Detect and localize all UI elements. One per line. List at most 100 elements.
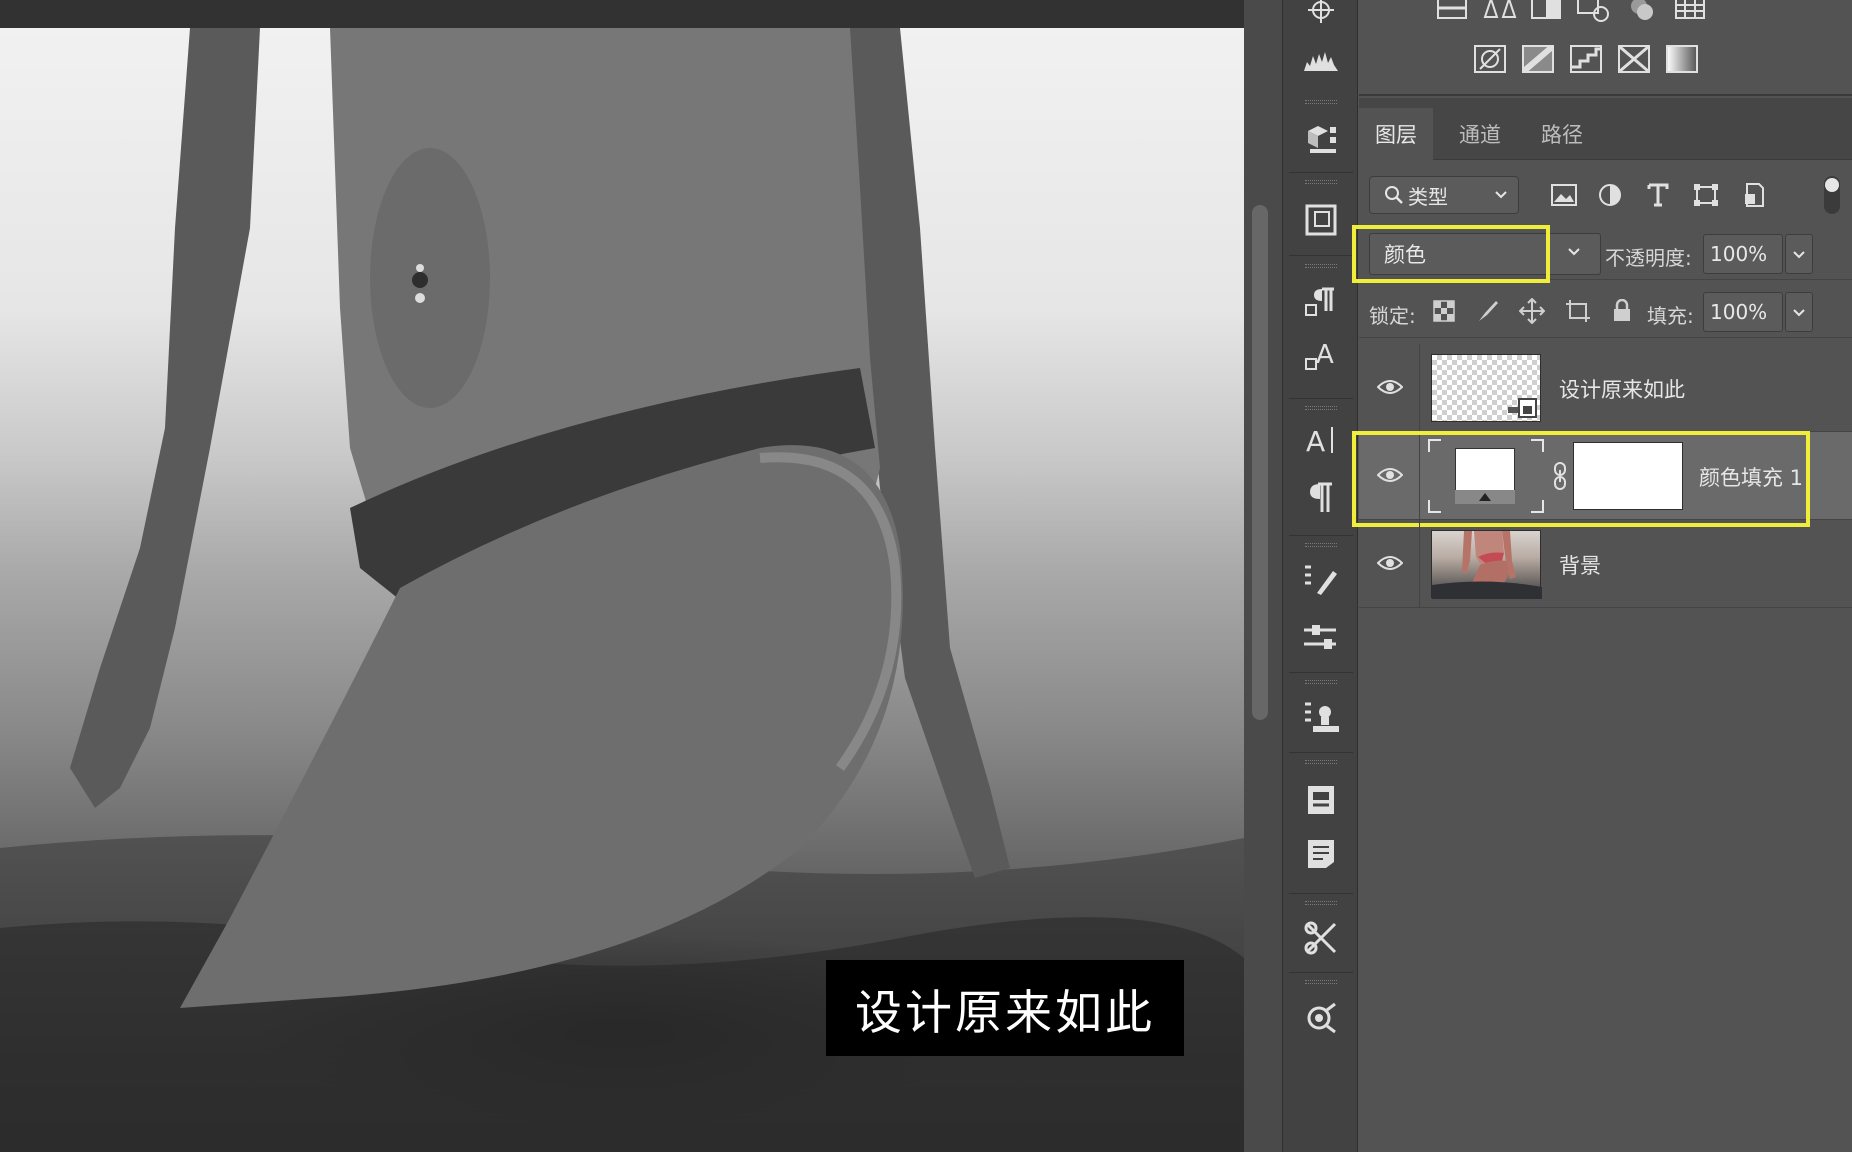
lock-transparent-pixels-icon[interactable] xyxy=(1429,296,1459,326)
hue-saturation-icon[interactable] xyxy=(1673,0,1707,24)
selective-color-icon[interactable] xyxy=(1617,44,1651,74)
layer-filter-row: 类型 xyxy=(1359,172,1852,222)
svg-text:A: A xyxy=(1306,425,1325,457)
clone-source-icon[interactable] xyxy=(1301,698,1341,738)
lock-fill-row: 锁定: 填充: 100% xyxy=(1359,286,1852,338)
fill-dropdown-button[interactable] xyxy=(1785,292,1813,332)
opacity-field[interactable]: 100% xyxy=(1703,234,1783,274)
panel-tool-strip: A A xyxy=(1282,0,1358,1152)
search-icon xyxy=(1385,186,1403,204)
caption-box: 设计原来如此 xyxy=(826,960,1184,1056)
fill-label: 填充: xyxy=(1647,304,1694,328)
canvas-area[interactable]: 设计原来如此 xyxy=(0,0,1244,1152)
tool-separator xyxy=(1289,672,1353,673)
tab-channels-label: 通道 xyxy=(1459,123,1501,147)
lock-image-pixels-icon[interactable] xyxy=(1473,296,1503,326)
comments-icon[interactable] xyxy=(1301,834,1341,874)
filter-shape-icon[interactable] xyxy=(1689,180,1723,210)
lock-position-icon[interactable] xyxy=(1517,296,1547,326)
tool-group-grip[interactable] xyxy=(1305,264,1337,268)
fill-swatch-slider-icon xyxy=(1455,490,1515,504)
layer-row-color-fill[interactable]: 颜色填充 1 xyxy=(1352,431,1852,527)
visibility-eye-icon[interactable] xyxy=(1375,372,1405,402)
filter-toggle-switch[interactable] xyxy=(1824,176,1840,214)
fill-field[interactable]: 100% xyxy=(1703,292,1783,332)
vibrance-icon[interactable] xyxy=(1625,0,1659,24)
levels-icon[interactable] xyxy=(1483,0,1517,24)
tool-group-grip[interactable] xyxy=(1305,901,1337,905)
threshold-icon[interactable] xyxy=(1569,44,1603,74)
panel-tab-bar: 图层 通道 路径 xyxy=(1359,98,1852,160)
photo-canvas[interactable]: 设计原来如此 xyxy=(0,28,1244,1152)
tool-group-grip[interactable] xyxy=(1305,100,1337,104)
character-icon[interactable]: A xyxy=(1301,420,1341,460)
tool-separator xyxy=(1289,535,1353,536)
navigator-icon[interactable] xyxy=(1301,200,1341,240)
lock-label: 锁定: xyxy=(1369,304,1416,328)
fill-thumbnail-frame[interactable] xyxy=(1427,438,1545,514)
opacity-value: 100% xyxy=(1710,242,1768,266)
filter-type-icon[interactable] xyxy=(1641,180,1675,210)
vertical-scrollbar-thumb[interactable] xyxy=(1252,205,1268,720)
tool-group-grip[interactable] xyxy=(1305,180,1337,184)
character-style-icon[interactable]: A xyxy=(1301,336,1341,376)
layer-thumbnail[interactable] xyxy=(1431,354,1541,422)
tool-group-grip[interactable] xyxy=(1305,680,1337,684)
layer-name[interactable]: 背景 xyxy=(1559,550,1601,580)
layer-name[interactable]: 设计原来如此 xyxy=(1559,374,1685,404)
visibility-eye-icon[interactable] xyxy=(1375,548,1405,578)
histogram-icon[interactable] xyxy=(1301,40,1341,80)
filter-adjustment-icon[interactable] xyxy=(1593,180,1627,210)
layer-thumbnail[interactable] xyxy=(1431,530,1542,599)
layer-row-smart-object[interactable]: 设计原来如此 xyxy=(1359,344,1852,432)
tool-separator xyxy=(1289,398,1353,399)
tool-separator xyxy=(1289,972,1353,973)
chevron-down-icon xyxy=(1568,248,1580,256)
visibility-eye-icon[interactable] xyxy=(1375,460,1405,490)
blend-mode-value: 颜色 xyxy=(1384,243,1426,267)
lock-all-icon[interactable] xyxy=(1607,296,1637,326)
notes-icon[interactable] xyxy=(1301,780,1341,820)
tool-separator xyxy=(1289,172,1353,173)
brush-settings-icon[interactable] xyxy=(1301,560,1341,600)
opacity-dropdown-button[interactable] xyxy=(1785,234,1813,274)
filter-smart-object-icon[interactable] xyxy=(1737,180,1771,210)
tab-layers[interactable]: 图层 xyxy=(1359,108,1433,160)
link-chain-icon[interactable] xyxy=(1552,462,1568,490)
invert-icon[interactable] xyxy=(1473,44,1507,74)
color-sampler-icon[interactable] xyxy=(1301,0,1341,32)
layer-name[interactable]: 颜色填充 1 xyxy=(1699,462,1803,492)
caption-text: 设计原来如此 xyxy=(855,985,1155,1041)
filter-pixel-icon[interactable] xyxy=(1547,180,1581,210)
tool-group-grip[interactable] xyxy=(1305,543,1337,547)
paragraph-icon[interactable] xyxy=(1301,478,1341,518)
smart-object-badge-icon xyxy=(1508,398,1537,418)
adjustments-panel xyxy=(1359,0,1852,96)
lock-artboard-icon[interactable] xyxy=(1563,296,1593,326)
layer-mask-thumbnail[interactable] xyxy=(1573,442,1683,510)
tool-separator xyxy=(1289,752,1353,753)
tool-group-grip[interactable] xyxy=(1305,980,1337,984)
paths-icon[interactable] xyxy=(1301,998,1341,1038)
visibility-column-divider xyxy=(1419,520,1420,608)
tool-separator xyxy=(1289,255,1353,256)
tab-paths[interactable]: 路径 xyxy=(1525,108,1599,160)
visibility-column-divider xyxy=(1419,344,1420,432)
layer-row-background[interactable]: 背景 xyxy=(1359,520,1852,608)
filter-kind-select[interactable]: 类型 xyxy=(1369,176,1519,214)
exposure-icon[interactable] xyxy=(1577,0,1611,24)
posterize-icon[interactable] xyxy=(1521,44,1555,74)
curves-icon[interactable] xyxy=(1529,0,1563,24)
layers-panel-area: 图层 通道 路径 类型 颜色 不透明度: 100% 锁定: 填充: 100% 设… xyxy=(1352,0,1852,1152)
svg-text:A: A xyxy=(1316,340,1334,370)
brightness-contrast-icon[interactable] xyxy=(1435,0,1469,24)
tool-group-grip[interactable] xyxy=(1305,406,1337,410)
properties-icon[interactable] xyxy=(1301,618,1341,658)
tool-presets-icon[interactable] xyxy=(1301,918,1341,958)
paragraph-style-icon[interactable] xyxy=(1301,282,1341,322)
gradient-map-icon[interactable] xyxy=(1665,44,1699,74)
opacity-label: 不透明度: xyxy=(1605,246,1692,270)
3d-icon[interactable] xyxy=(1301,118,1341,158)
tool-group-grip[interactable] xyxy=(1305,760,1337,764)
tab-channels[interactable]: 通道 xyxy=(1443,108,1517,160)
